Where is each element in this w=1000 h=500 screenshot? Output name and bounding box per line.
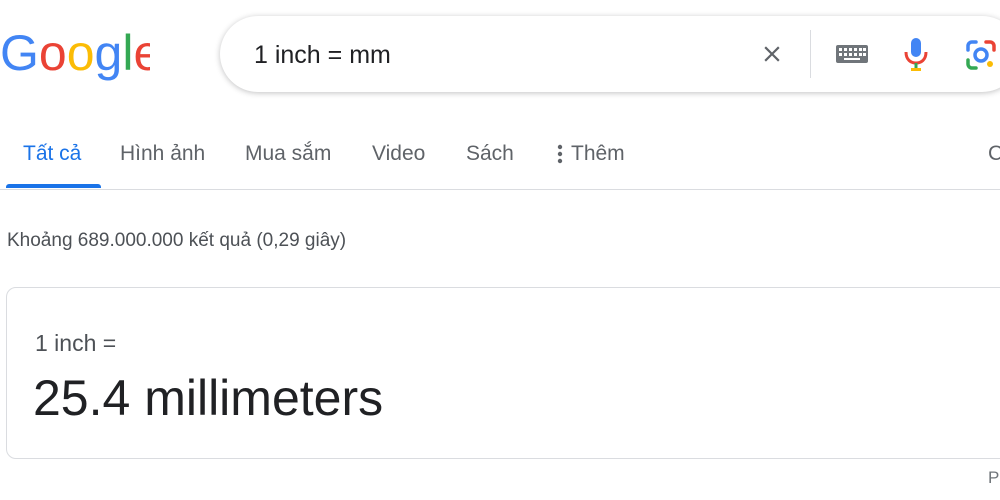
unit-converter-card: 1 inch = 25.4 millimeters (6, 287, 1000, 459)
search-box[interactable]: 1 inch = mm (220, 16, 1000, 92)
close-icon (764, 46, 780, 62)
tab-more-label: Thêm (571, 142, 625, 165)
clear-search-button[interactable] (756, 38, 788, 70)
keyboard-icon (836, 45, 868, 63)
active-tab-indicator (6, 184, 101, 188)
google-search-page: Google 1 inch = mm Tất cả Hình ảnh Mua s… (0, 0, 1000, 500)
svg-text:Google: Google (0, 25, 150, 81)
more-vert-icon (557, 144, 563, 164)
converter-result: 25.4 millimeters (33, 370, 384, 426)
search-divider (810, 30, 811, 78)
tab-images[interactable]: Hình ảnh (120, 142, 205, 166)
google-logo-wordmark: Google (0, 25, 150, 81)
google-lens-icon (966, 40, 996, 70)
result-stats: Khoảng 689.000.000 kết quả (0,29 giây) (7, 230, 347, 251)
tab-more[interactable]: Thêm (557, 142, 625, 166)
tab-all[interactable]: Tất cả (23, 142, 81, 166)
microphone-icon (904, 38, 928, 71)
search-input[interactable]: 1 inch = mm (254, 40, 391, 70)
google-logo[interactable]: Google (0, 24, 150, 84)
converter-from: 1 inch = (35, 330, 117, 356)
corner-label[interactable]: P (988, 468, 999, 488)
tab-books[interactable]: Sách (466, 142, 514, 166)
search-by-image-button[interactable] (962, 36, 1000, 74)
tabs-divider (0, 189, 1000, 190)
tab-shopping[interactable]: Mua sắm (245, 142, 331, 166)
tab-videos[interactable]: Video (372, 142, 425, 166)
tab-tools[interactable]: C (988, 142, 1000, 166)
search-tabs: Tất cả Hình ảnh Mua sắm Video Sách Thêm … (0, 120, 1000, 190)
voice-search-button[interactable] (900, 34, 932, 74)
keyboard-button[interactable] (834, 40, 870, 68)
